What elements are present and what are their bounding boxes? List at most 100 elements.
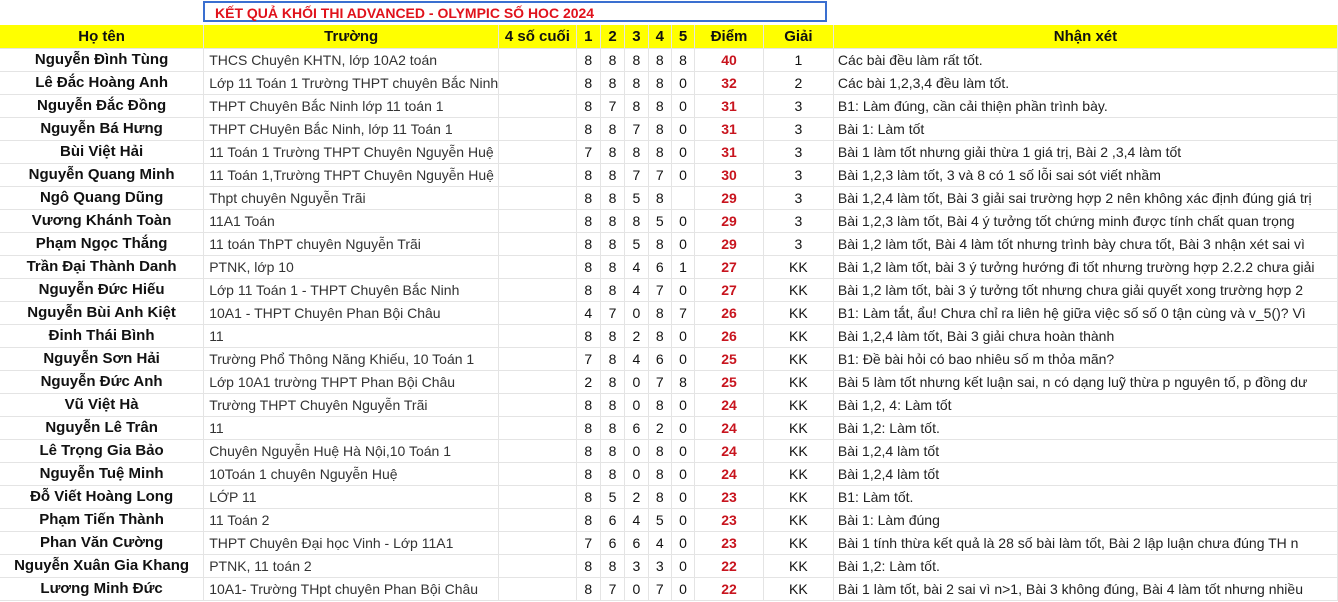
cell-school[interactable]: Lớp 11 Toán 1 - THPT Chuyên Bắc Ninh [203, 278, 500, 302]
cell-p5[interactable]: 0 [671, 117, 696, 141]
cell-school[interactable]: 11 Toán 2 [203, 508, 500, 532]
cell-p2[interactable]: 8 [600, 278, 626, 302]
cell-p1[interactable]: 8 [576, 94, 601, 118]
cell-p2[interactable]: 8 [600, 324, 626, 348]
cell-p4[interactable]: 8 [648, 48, 672, 72]
cell-comment[interactable]: Bài 1,2: Làm tốt. [833, 554, 1338, 578]
cell-last4[interactable] [498, 485, 577, 509]
cell-school[interactable]: Chuyên Nguyễn Huệ Hà Nội,10 Toán 1 [203, 439, 500, 463]
cell-award[interactable]: KK [763, 324, 834, 348]
cell-school[interactable]: PTNK, 11 toán 2 [203, 554, 500, 578]
cell-last4[interactable] [498, 370, 577, 394]
cell-p3[interactable]: 4 [624, 255, 649, 279]
header-name[interactable]: Họ tên [0, 25, 205, 49]
cell-p3[interactable]: 4 [624, 278, 649, 302]
cell-score[interactable]: 31 [694, 140, 764, 164]
cell-p1[interactable]: 8 [576, 577, 601, 601]
header-last4[interactable]: 4 số cuối [498, 25, 577, 49]
cell-school[interactable]: LỚP 11 [203, 485, 500, 509]
cell-school[interactable]: THPT CHuyên Bắc Ninh, lớp 11 Toán 1 [203, 117, 500, 141]
cell-name[interactable]: Phạm Tiến Thành [0, 508, 205, 532]
cell-last4[interactable] [498, 94, 577, 118]
cell-name[interactable]: Phạm Ngọc Thắng [0, 232, 205, 256]
cell-p5[interactable]: 1 [671, 255, 696, 279]
cell-p1[interactable]: 8 [576, 554, 601, 578]
cell-award[interactable]: KK [763, 370, 834, 394]
cell-comment[interactable]: Các bài đều làm rất tốt. [833, 48, 1338, 72]
cell-p4[interactable]: 8 [648, 462, 672, 486]
cell-name[interactable]: Nguyễn Đức Anh [0, 370, 205, 394]
cell-p3[interactable]: 0 [624, 462, 649, 486]
cell-name[interactable]: Lương Minh Đức [0, 577, 205, 601]
cell-last4[interactable] [498, 186, 577, 210]
cell-p4[interactable]: 8 [648, 117, 672, 141]
cell-p2[interactable]: 8 [600, 140, 626, 164]
cell-comment[interactable]: Bài 5 làm tốt nhưng kết luận sai, n có d… [833, 370, 1338, 394]
cell-score[interactable]: 23 [694, 508, 764, 532]
cell-p3[interactable]: 0 [624, 301, 649, 325]
cell-p4[interactable]: 8 [648, 324, 672, 348]
cell-last4[interactable] [498, 301, 577, 325]
cell-p5[interactable]: 0 [671, 393, 696, 417]
cell-p1[interactable]: 7 [576, 140, 601, 164]
cell-name[interactable]: Vũ Việt Hà [0, 393, 205, 417]
cell-p4[interactable]: 8 [648, 232, 672, 256]
cell-comment[interactable]: Bài 1,2,4 làm tốt, Bài 3 giải sai trường… [833, 186, 1338, 210]
cell-name[interactable]: Vương Khánh Toàn [0, 209, 205, 233]
cell-p3[interactable]: 7 [624, 163, 649, 187]
cell-p2[interactable]: 8 [600, 462, 626, 486]
cell-p5[interactable]: 0 [671, 531, 696, 555]
cell-score[interactable]: 24 [694, 462, 764, 486]
cell-p5[interactable]: 0 [671, 416, 696, 440]
cell-comment[interactable]: Bài 1 làm tốt nhưng giải thừa 1 giá trị,… [833, 140, 1338, 164]
cell-p3[interactable]: 7 [624, 117, 649, 141]
cell-school[interactable]: 11 toán ThPT chuyên Nguyễn Trãi [203, 232, 500, 256]
cell-award[interactable]: KK [763, 301, 834, 325]
cell-comment[interactable]: Bài 1 làm tốt, bài 2 sai vì n>1, Bài 3 k… [833, 577, 1338, 601]
header-p5[interactable]: 5 [671, 25, 696, 49]
cell-p3[interactable]: 8 [624, 140, 649, 164]
cell-p3[interactable]: 0 [624, 370, 649, 394]
cell-comment[interactable]: Bài 1: Làm tốt [833, 117, 1338, 141]
cell-score[interactable]: 31 [694, 94, 764, 118]
cell-p5[interactable]: 0 [671, 71, 696, 95]
cell-school[interactable]: 11 Toán 1 Trường THPT Chuyên Nguyễn Huệ [203, 140, 500, 164]
cell-school[interactable]: 11 [203, 416, 500, 440]
cell-p3[interactable]: 6 [624, 531, 649, 555]
cell-last4[interactable] [498, 48, 577, 72]
cell-p2[interactable]: 7 [600, 577, 626, 601]
cell-p4[interactable]: 7 [648, 278, 672, 302]
cell-p1[interactable]: 8 [576, 485, 601, 509]
cell-p5[interactable]: 0 [671, 462, 696, 486]
cell-p3[interactable]: 8 [624, 48, 649, 72]
cell-p5[interactable]: 8 [671, 370, 696, 394]
cell-p3[interactable]: 0 [624, 393, 649, 417]
cell-score[interactable]: 27 [694, 255, 764, 279]
cell-p1[interactable]: 8 [576, 508, 601, 532]
cell-p1[interactable]: 8 [576, 186, 601, 210]
cell-p5[interactable]: 0 [671, 439, 696, 463]
cell-school[interactable]: 10Toán 1 chuyên Nguyễn Huệ [203, 462, 500, 486]
cell-p2[interactable]: 6 [600, 508, 626, 532]
cell-p2[interactable]: 8 [600, 393, 626, 417]
cell-name[interactable]: Nguyễn Lê Trân [0, 416, 205, 440]
cell-p2[interactable]: 8 [600, 71, 626, 95]
cell-p3[interactable]: 5 [624, 186, 649, 210]
cell-last4[interactable] [498, 324, 577, 348]
cell-p2[interactable]: 8 [600, 416, 626, 440]
cell-p5[interactable]: 0 [671, 554, 696, 578]
cell-p3[interactable]: 8 [624, 209, 649, 233]
cell-award[interactable]: KK [763, 485, 834, 509]
cell-school[interactable]: PTNK, lớp 10 [203, 255, 500, 279]
cell-name[interactable]: Trần Đại Thành Danh [0, 255, 205, 279]
cell-p1[interactable]: 8 [576, 232, 601, 256]
cell-comment[interactable]: Bài 1,2,4 làm tốt [833, 462, 1338, 486]
cell-comment[interactable]: Bài 1,2,3 làm tốt, 3 và 8 có 1 số lỗi sa… [833, 163, 1338, 187]
cell-p3[interactable]: 6 [624, 416, 649, 440]
cell-p5[interactable]: 0 [671, 508, 696, 532]
cell-comment[interactable]: B1: Làm tắt, ẩu! Chưa chỉ ra liên hệ giữ… [833, 301, 1338, 325]
cell-score[interactable]: 29 [694, 209, 764, 233]
cell-school[interactable]: Lớp 10A1 trường THPT Phan Bội Châu [203, 370, 500, 394]
cell-comment[interactable]: B1: Làm đúng, cần cải thiện phần trình b… [833, 94, 1338, 118]
cell-school[interactable]: Lớp 11 Toán 1 Trường THPT chuyên Bắc Nin… [203, 71, 500, 95]
